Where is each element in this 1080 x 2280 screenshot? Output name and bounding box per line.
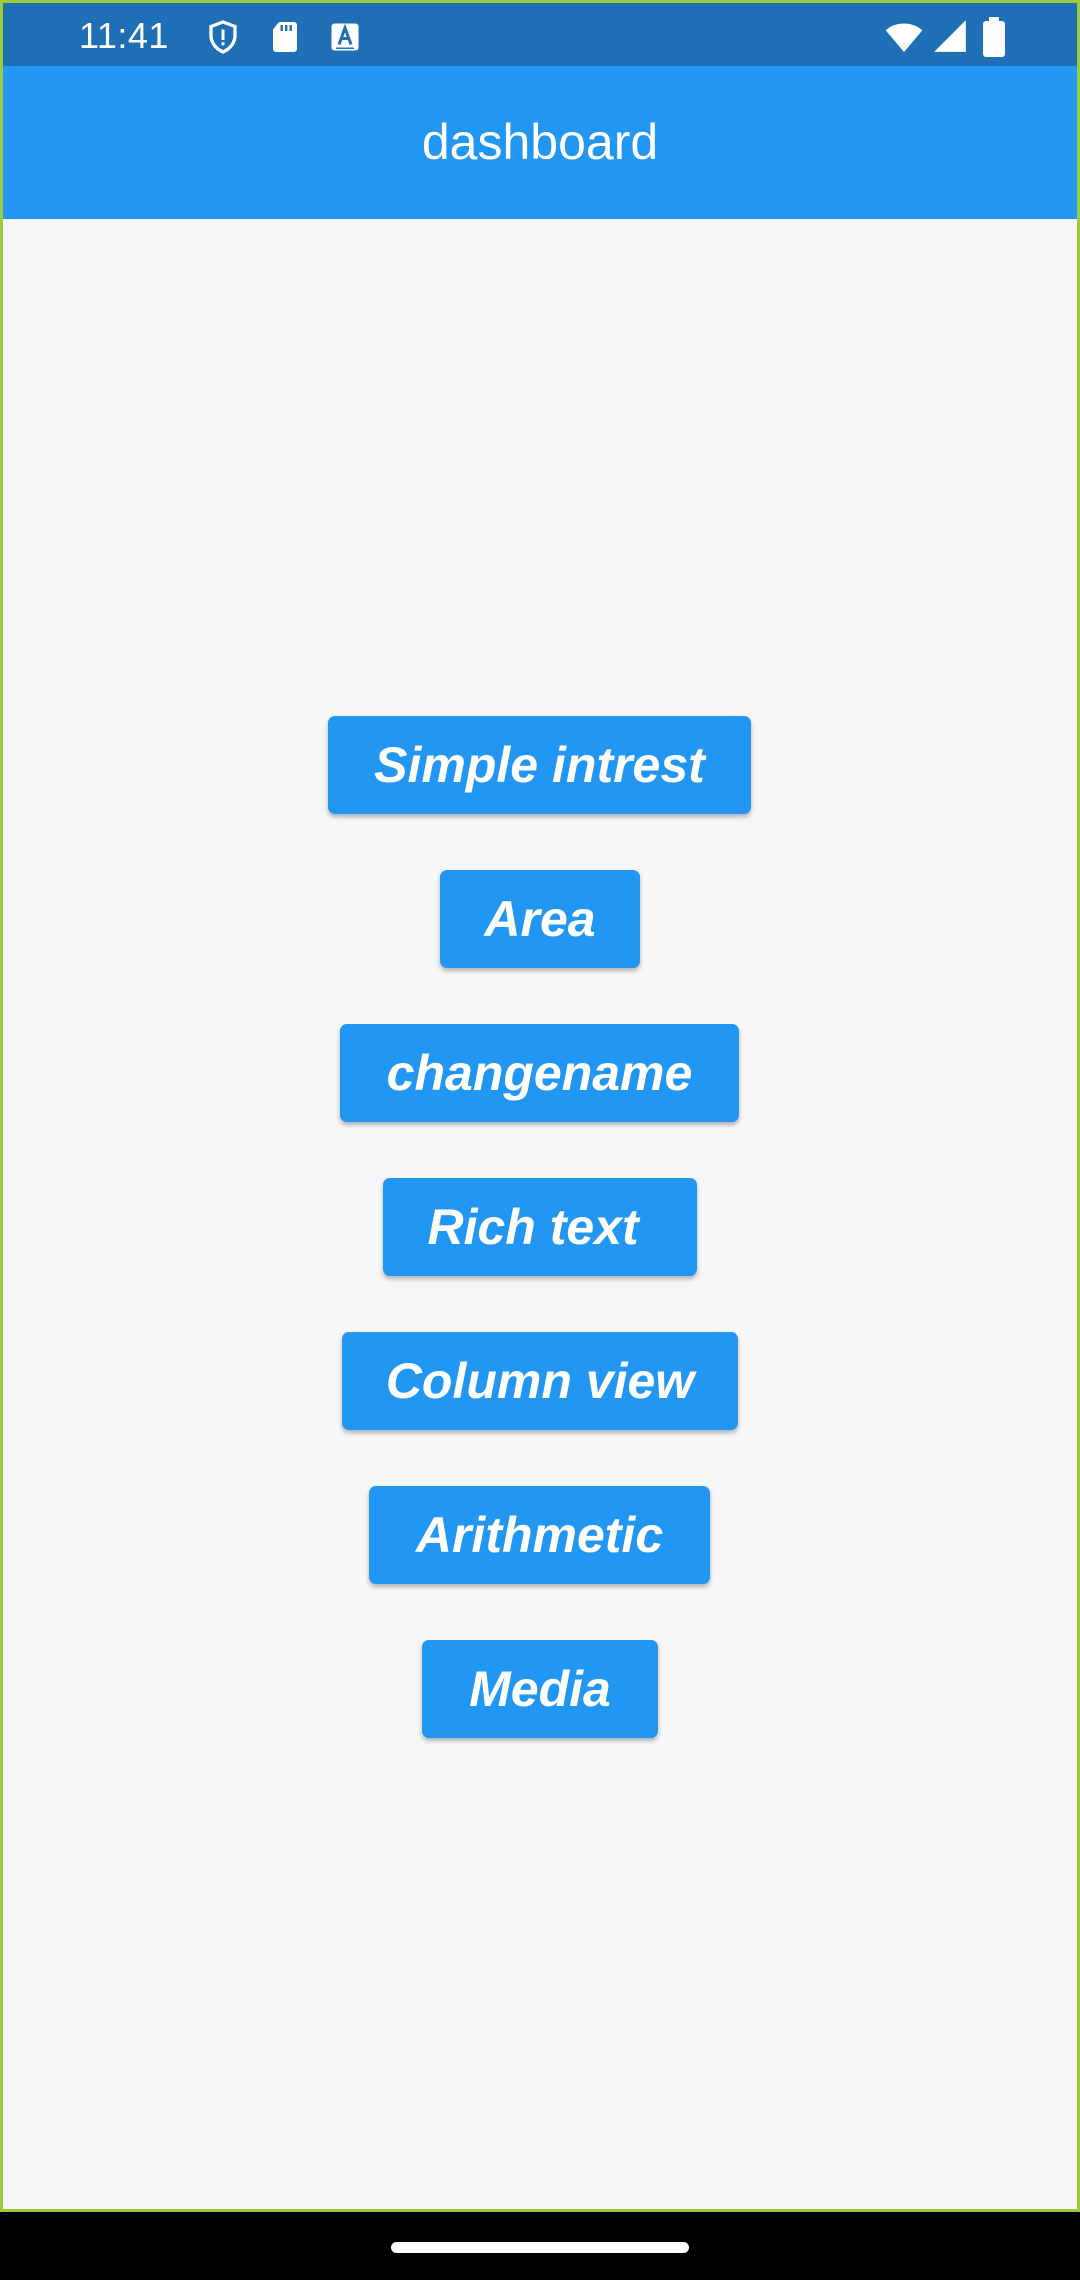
battery-icon	[981, 17, 1007, 57]
page-title: dashboard	[421, 114, 659, 170]
column-view-button[interactable]: Column view	[342, 1332, 738, 1430]
simple-interest-button[interactable]: Simple intrest	[328, 716, 751, 814]
status-bar: 11:41	[0, 0, 1080, 66]
navigation-bar	[0, 2212, 1080, 2280]
cellular-signal-icon	[931, 17, 969, 55]
shield-alert-icon	[205, 19, 241, 55]
app-bar: dashboard	[0, 66, 1080, 219]
changename-button[interactable]: changename	[340, 1024, 739, 1122]
area-button[interactable]: Area	[440, 870, 640, 968]
sd-card-icon	[267, 19, 303, 55]
text-a-icon	[327, 19, 363, 55]
arithmetic-button[interactable]: Arithmetic	[369, 1486, 710, 1584]
status-time: 11:41	[79, 15, 169, 56]
media-button[interactable]: Media	[422, 1640, 658, 1738]
wifi-icon	[883, 17, 925, 57]
rich-text-button[interactable]: Rich text	[383, 1178, 697, 1276]
home-gesture-handle[interactable]	[391, 2242, 689, 2253]
